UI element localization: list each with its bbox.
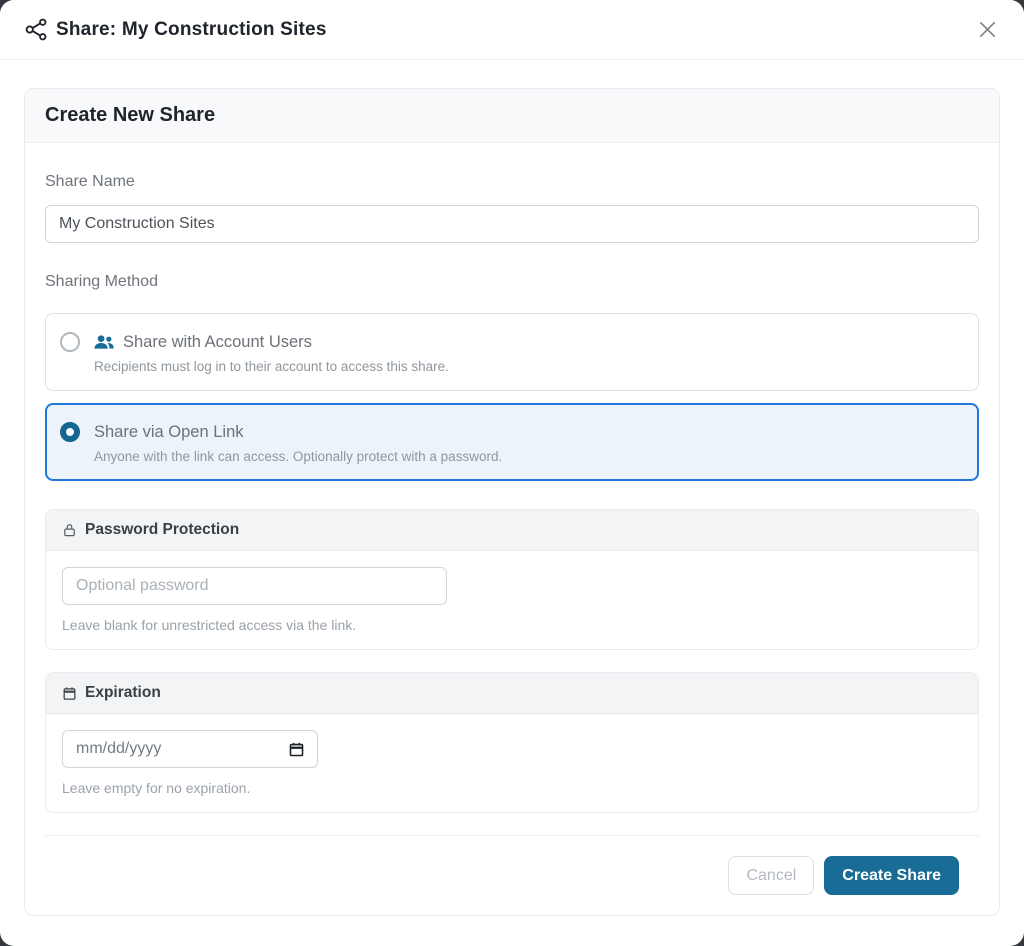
cancel-button[interactable]: Cancel [728,856,814,895]
password-section-header: Password Protection [46,510,978,551]
radio-unchecked[interactable] [60,332,80,352]
option-share-via-open-link[interactable]: Share via Open Link Anyone with the link… [45,403,979,481]
option-description: Recipients must log in to their account … [94,359,449,374]
dialog-body: Create New Share Share Name Sharing Meth… [0,60,1024,946]
option-label: Share with Account Users [123,333,312,352]
close-button[interactable] [972,15,1002,45]
calendar-icon [62,686,77,701]
share-name-input[interactable] [45,205,979,243]
close-icon [976,18,999,41]
password-protection-section: Password Protection Leave blank for unre… [45,509,979,650]
dialog-header: Share: My Construction Sites [0,0,1024,60]
share-name-label: Share Name [45,173,979,191]
share-nodes-icon [24,17,49,42]
password-input[interactable] [62,567,447,605]
share-dialog: Share: My Construction Sites Create New … [0,0,1024,946]
expiration-date-input[interactable]: mm/dd/yyyy [62,730,318,768]
expiration-helper-text: Leave empty for no expiration. [62,780,962,796]
card-footer: Cancel Create Share [45,835,979,915]
option-label: Share via Open Link [94,423,244,442]
password-helper-text: Leave blank for unrestricted access via … [62,617,962,633]
card-body: Share Name Sharing Method [25,143,999,915]
expiration-section-title: Expiration [85,684,161,702]
create-share-card: Create New Share Share Name Sharing Meth… [24,88,1000,916]
card-header: Create New Share [25,89,999,143]
card-title: Create New Share [45,104,979,127]
option-share-with-account-users[interactable]: Share with Account Users Recipients must… [45,313,979,391]
sharing-method-label: Sharing Method [45,273,979,291]
option-description: Anyone with the link can access. Optiona… [94,449,502,464]
create-share-button[interactable]: Create Share [824,856,959,895]
password-section-title: Password Protection [85,521,239,539]
expiration-section-body: mm/dd/yyyy Leave empty for no expir [46,714,978,812]
option-content: Share via Open Link Anyone with the link… [94,420,502,464]
expiration-section-header: Expiration [46,673,978,714]
password-section-body: Leave blank for unrestricted access via … [46,551,978,649]
radio-checked[interactable] [60,422,80,442]
date-placeholder: mm/dd/yyyy [76,740,161,758]
lock-icon [62,522,77,538]
calendar-picker-icon[interactable] [288,741,305,758]
expiration-section: Expiration mm/dd/yyyy [45,672,979,813]
option-content: Share with Account Users Recipients must… [94,330,449,374]
users-icon [94,334,114,350]
dialog-title: Share: My Construction Sites [56,19,327,41]
